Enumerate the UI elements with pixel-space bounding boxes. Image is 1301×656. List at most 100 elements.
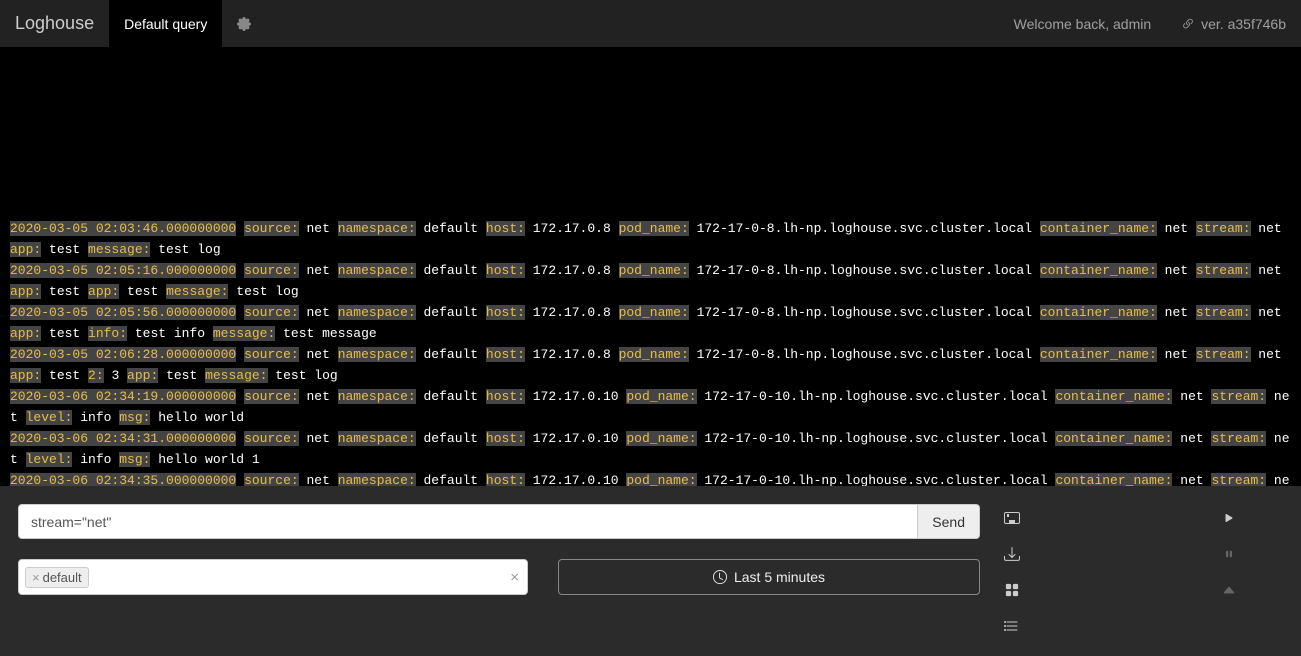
log-field-key[interactable]: app: <box>10 284 41 299</box>
query-row: Send <box>18 504 980 539</box>
log-field-value: net <box>1251 305 1282 320</box>
log-field-key[interactable]: stream: <box>1211 389 1266 404</box>
collapse-icon[interactable] <box>1215 576 1243 604</box>
log-field-key[interactable]: host: <box>486 389 525 404</box>
log-field-key[interactable]: host: <box>486 305 525 320</box>
log-field-key[interactable]: host: <box>486 263 525 278</box>
log-field-key[interactable]: pod_name: <box>619 221 689 236</box>
log-field-key[interactable]: app: <box>10 242 41 257</box>
log-field-key[interactable]: host: <box>486 347 525 362</box>
log-field-key[interactable]: stream: <box>1196 263 1251 278</box>
log-field-key[interactable]: msg: <box>119 410 150 425</box>
log-line: 2020-03-05 02:05:56.000000000 source: ne… <box>10 302 1291 344</box>
time-range-button[interactable]: Last 5 minutes <box>558 559 980 595</box>
log-field-value: default <box>416 431 486 446</box>
send-button[interactable]: Send <box>918 504 980 539</box>
namespace-tag[interactable]: × default <box>25 567 89 588</box>
log-output: 2020-03-05 02:03:46.000000000 source: ne… <box>0 48 1301 516</box>
log-field-key[interactable]: level: <box>26 452 73 467</box>
log-field-key[interactable]: app: <box>10 326 41 341</box>
pause-icon[interactable] <box>1215 540 1243 568</box>
log-field-key[interactable]: container_name: <box>1040 305 1157 320</box>
welcome-text: Welcome back, admin <box>999 16 1166 32</box>
log-field-key[interactable]: namespace: <box>338 221 416 236</box>
log-field-value: test <box>41 242 88 257</box>
log-field-value: 3 <box>104 368 127 383</box>
query-input[interactable] <box>18 504 918 539</box>
log-field-value: 172-17-0-8.lh-np.loghouse.svc.cluster.lo… <box>689 347 1040 362</box>
log-field-value: 172.17.0.10 <box>525 389 626 404</box>
log-field-key[interactable]: source: <box>244 389 299 404</box>
namespace-tag-label: default <box>43 570 82 585</box>
log-field-key[interactable]: container_name: <box>1040 347 1157 362</box>
app-brand[interactable]: Loghouse <box>0 0 109 48</box>
log-field-key[interactable]: pod_name: <box>619 305 689 320</box>
log-field-key[interactable]: app: <box>127 368 158 383</box>
log-field-value: test log <box>228 284 298 299</box>
log-field-key[interactable]: level: <box>26 410 73 425</box>
play-icon[interactable] <box>1215 504 1243 532</box>
log-field-key[interactable]: message: <box>213 326 275 341</box>
log-field-key[interactable]: message: <box>166 284 228 299</box>
log-field-key[interactable]: container_name: <box>1055 389 1172 404</box>
log-field-key[interactable]: msg: <box>119 452 150 467</box>
log-field-key[interactable]: pod_name: <box>619 263 689 278</box>
log-field-key[interactable]: source: <box>244 305 299 320</box>
log-timestamp[interactable]: 2020-03-06 02:34:31.000000000 <box>10 431 236 446</box>
log-field-key[interactable]: message: <box>205 368 267 383</box>
log-field-value: test log <box>150 242 220 257</box>
log-timestamp[interactable]: 2020-03-05 02:05:16.000000000 <box>10 263 236 278</box>
log-line: 2020-03-05 02:05:16.000000000 source: ne… <box>10 260 1291 302</box>
log-field-key[interactable]: container_name: <box>1040 221 1157 236</box>
save-icon[interactable] <box>998 504 1026 532</box>
log-field-key[interactable]: app: <box>10 368 41 383</box>
log-field-key[interactable]: namespace: <box>338 263 416 278</box>
log-field-key[interactable]: message: <box>88 242 150 257</box>
log-field-key[interactable]: namespace: <box>338 431 416 446</box>
log-field-value: test log <box>268 368 338 383</box>
log-field-key[interactable]: pod_name: <box>626 389 696 404</box>
log-field-key[interactable]: namespace: <box>338 305 416 320</box>
log-field-key[interactable]: stream: <box>1196 305 1251 320</box>
log-timestamp[interactable]: 2020-03-05 02:06:28.000000000 <box>10 347 236 362</box>
log-field-key[interactable]: stream: <box>1196 347 1251 362</box>
log-field-value: test <box>41 368 88 383</box>
log-field-key[interactable]: source: <box>244 431 299 446</box>
grid-icon[interactable] <box>998 576 1026 604</box>
log-field-key[interactable]: stream: <box>1196 221 1251 236</box>
log-timestamp[interactable]: 2020-03-05 02:05:56.000000000 <box>10 305 236 320</box>
log-field-key[interactable]: app: <box>88 284 119 299</box>
list-icon[interactable] <box>998 612 1026 640</box>
log-field-key[interactable]: stream: <box>1211 431 1266 446</box>
log-field-key[interactable]: 2: <box>88 368 104 383</box>
log-field-key[interactable]: container_name: <box>1055 431 1172 446</box>
navbar: Loghouse Default query Welcome back, adm… <box>0 0 1301 48</box>
log-field-key[interactable]: pod_name: <box>626 431 696 446</box>
log-field-key[interactable]: container_name: <box>1040 263 1157 278</box>
log-field-key[interactable]: source: <box>244 347 299 362</box>
log-field-key[interactable]: host: <box>486 431 525 446</box>
log-line: 2020-03-05 02:06:28.000000000 source: ne… <box>10 344 1291 386</box>
gear-icon[interactable] <box>222 0 266 48</box>
log-timestamp[interactable]: 2020-03-06 02:34:19.000000000 <box>10 389 236 404</box>
log-field-value: hello world 1 <box>150 452 259 467</box>
log-field-value: net <box>1251 347 1282 362</box>
log-timestamp[interactable]: 2020-03-05 02:03:46.000000000 <box>10 221 236 236</box>
version-link[interactable]: ver. a35f746b <box>1166 16 1301 32</box>
clear-tags-icon[interactable]: × <box>510 569 519 586</box>
log-field-value: net <box>1157 305 1196 320</box>
log-field-key[interactable]: namespace: <box>338 347 416 362</box>
log-field-key[interactable]: source: <box>244 263 299 278</box>
log-field-key[interactable]: source: <box>244 221 299 236</box>
log-field-key[interactable]: info: <box>88 326 127 341</box>
log-field-value: net <box>1157 347 1196 362</box>
download-icon[interactable] <box>998 540 1026 568</box>
log-field-key[interactable]: pod_name: <box>619 347 689 362</box>
namespace-select[interactable]: × default × <box>18 559 528 595</box>
log-field-value: default <box>416 263 486 278</box>
log-field-key[interactable]: host: <box>486 221 525 236</box>
remove-tag-icon[interactable]: × <box>32 571 40 584</box>
tab-default-query[interactable]: Default query <box>109 0 222 48</box>
log-field-value: net <box>299 347 338 362</box>
log-field-key[interactable]: namespace: <box>338 389 416 404</box>
